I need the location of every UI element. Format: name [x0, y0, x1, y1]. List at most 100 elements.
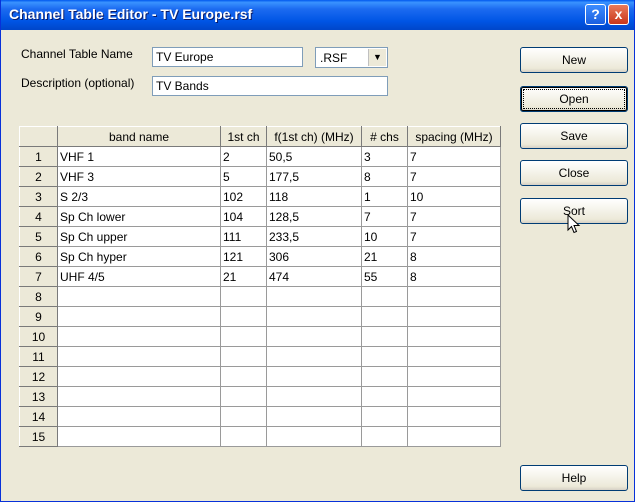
table-cell[interactable]	[361, 386, 408, 407]
table-cell[interactable]	[407, 366, 501, 387]
table-cell[interactable]	[220, 406, 267, 427]
table-cell[interactable]	[220, 326, 267, 347]
table-cell[interactable]: 306	[266, 246, 362, 267]
chevron-down-icon[interactable]: ▼	[368, 49, 386, 66]
column-header[interactable]: 1st ch	[220, 126, 267, 147]
table-cell[interactable]: 128,5	[266, 206, 362, 227]
table-cell[interactable]: Sp Ch hyper	[57, 246, 221, 267]
table-cell[interactable]: 3	[361, 146, 408, 167]
table-cell[interactable]: 474	[266, 266, 362, 287]
table-cell[interactable]: Sp Ch lower	[57, 206, 221, 227]
close-icon[interactable]: x	[608, 4, 629, 25]
column-header[interactable]: spacing (MHz)	[407, 126, 501, 147]
table-cell[interactable]	[266, 366, 362, 387]
table-cell[interactable]	[220, 386, 267, 407]
column-header[interactable]: # chs	[361, 126, 408, 147]
table-cell[interactable]	[266, 306, 362, 327]
table-cell[interactable]	[266, 346, 362, 367]
table-cell[interactable]: 10	[407, 186, 501, 207]
table-cell[interactable]: 118	[266, 186, 362, 207]
table-cell[interactable]	[57, 286, 221, 307]
table-cell[interactable]	[407, 286, 501, 307]
table-cell[interactable]: UHF 4/5	[57, 266, 221, 287]
table-cell[interactable]: 8	[407, 246, 501, 267]
table-cell[interactable]	[361, 286, 408, 307]
table-cell[interactable]	[220, 286, 267, 307]
table-cell[interactable]	[220, 426, 267, 447]
table-cell[interactable]: 7	[407, 226, 501, 247]
table-cell[interactable]: 7	[407, 166, 501, 187]
extension-select[interactable]: .RSF ▼	[315, 47, 388, 68]
extension-value: .RSF	[320, 51, 348, 65]
table-cell[interactable]	[266, 406, 362, 427]
table-cell[interactable]: 2	[220, 146, 267, 167]
table-cell[interactable]: VHF 3	[57, 166, 221, 187]
table-cell[interactable]: VHF 1	[57, 146, 221, 167]
table-cell[interactable]: 8	[407, 266, 501, 287]
table-cell[interactable]	[407, 306, 501, 327]
table-cell[interactable]: Sp Ch upper	[57, 226, 221, 247]
help-button[interactable]: Help	[520, 465, 628, 491]
table-cell[interactable]	[407, 346, 501, 367]
table-cell[interactable]	[266, 326, 362, 347]
row-header: 5	[19, 226, 58, 247]
table-cell[interactable]: 7	[407, 206, 501, 227]
table-row: 4 Sp Ch lower 104 128,5 7 7	[19, 206, 501, 227]
table-cell[interactable]: 102	[220, 186, 267, 207]
table-cell[interactable]	[407, 406, 501, 427]
table-cell[interactable]: 111	[220, 226, 267, 247]
row-header: 4	[19, 206, 58, 227]
table-cell[interactable]	[57, 306, 221, 327]
table-cell[interactable]: 7	[361, 206, 408, 227]
table-cell[interactable]: 233,5	[266, 226, 362, 247]
table-cell[interactable]: 55	[361, 266, 408, 287]
table-cell[interactable]	[407, 386, 501, 407]
column-header[interactable]: band name	[57, 126, 221, 147]
table-cell[interactable]	[361, 326, 408, 347]
table-cell[interactable]	[266, 426, 362, 447]
new-button[interactable]: New	[520, 47, 628, 73]
table-cell[interactable]	[407, 326, 501, 347]
table-cell[interactable]	[266, 386, 362, 407]
table-cell[interactable]	[57, 406, 221, 427]
table-cell[interactable]	[57, 366, 221, 387]
table-cell[interactable]	[57, 326, 221, 347]
table-cell[interactable]: S 2/3	[57, 186, 221, 207]
row-header: 2	[19, 166, 58, 187]
table-cell[interactable]: 10	[361, 226, 408, 247]
table-cell[interactable]	[407, 426, 501, 447]
table-cell[interactable]: 8	[361, 166, 408, 187]
table-cell[interactable]	[361, 406, 408, 427]
table-cell[interactable]	[266, 286, 362, 307]
table-cell[interactable]	[220, 366, 267, 387]
open-button[interactable]: Open	[520, 86, 628, 112]
row-header: 15	[19, 426, 58, 447]
table-cell[interactable]: 104	[220, 206, 267, 227]
table-cell[interactable]	[361, 366, 408, 387]
table-cell[interactable]: 177,5	[266, 166, 362, 187]
table-header-row: band name 1st ch f(1st ch) (MHz) # chs s…	[19, 126, 501, 147]
help-icon[interactable]: ?	[585, 4, 606, 25]
save-button[interactable]: Save	[520, 123, 628, 149]
table-cell[interactable]	[361, 306, 408, 327]
table-cell[interactable]	[57, 346, 221, 367]
table-cell[interactable]: 5	[220, 166, 267, 187]
table-cell[interactable]	[361, 426, 408, 447]
table-cell[interactable]	[220, 346, 267, 367]
channel-table-name-input[interactable]: TV Europe	[152, 47, 303, 67]
column-header[interactable]: f(1st ch) (MHz)	[266, 126, 362, 147]
table-cell[interactable]: 1	[361, 186, 408, 207]
row-header: 10	[19, 326, 58, 347]
table-cell[interactable]	[220, 306, 267, 327]
table-cell[interactable]: 21	[220, 266, 267, 287]
table-cell[interactable]: 21	[361, 246, 408, 267]
description-input[interactable]: TV Bands	[152, 76, 388, 96]
table-cell[interactable]: 121	[220, 246, 267, 267]
table-cell[interactable]: 50,5	[266, 146, 362, 167]
table-cell[interactable]	[57, 386, 221, 407]
close-button[interactable]: Close	[520, 160, 628, 186]
table-cell[interactable]	[57, 426, 221, 447]
table-cell[interactable]	[361, 346, 408, 367]
title-bar[interactable]: Channel Table Editor - TV Europe.rsf ? x	[1, 0, 634, 30]
table-cell[interactable]: 7	[407, 146, 501, 167]
